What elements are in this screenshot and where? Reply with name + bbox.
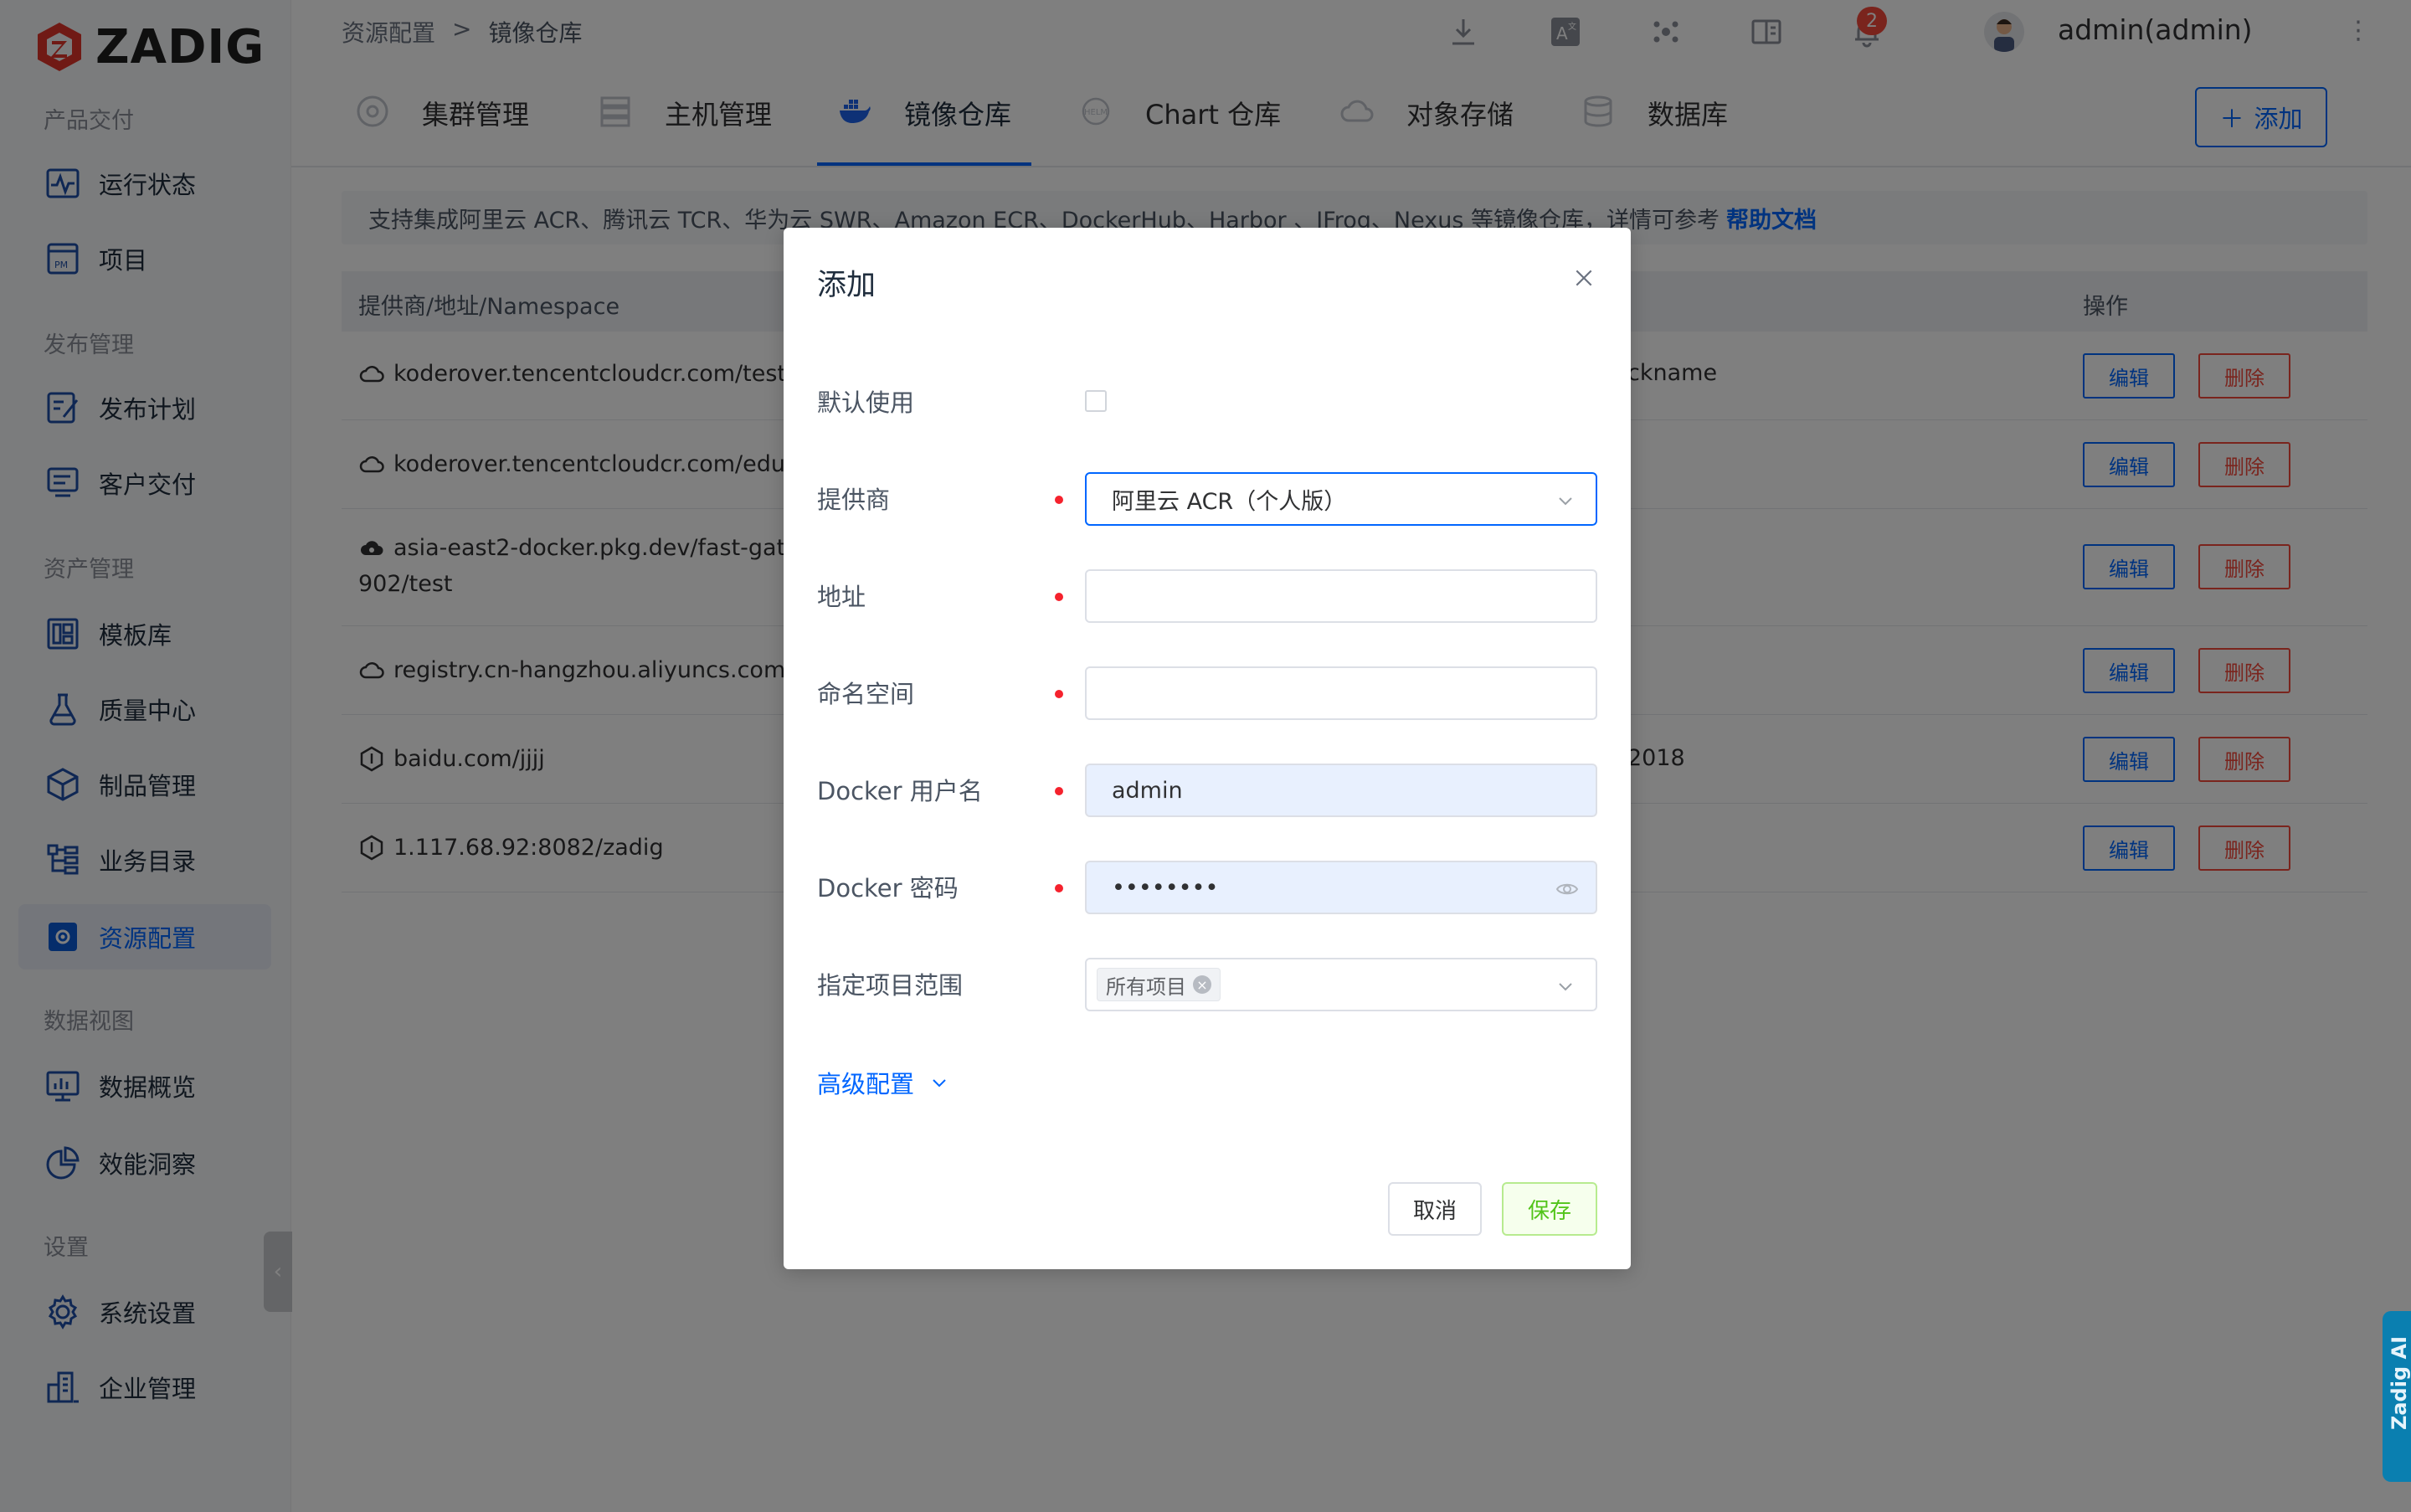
docker-username-value: admin [1112,777,1183,804]
close-icon[interactable] [1567,261,1601,295]
namespace-input[interactable] [1085,666,1597,720]
cancel-button[interactable]: 取消 [1388,1182,1482,1236]
docker-username-input[interactable]: admin [1085,764,1597,817]
address-label: 地址 [817,583,866,611]
required-marker [1055,787,1063,795]
eye-icon[interactable] [1555,877,1579,901]
docker-password-input[interactable]: •••••••• [1085,861,1597,914]
add-registry-dialog: 添加 默认使用 提供商 阿里云 ACR（个人版） 地址 命名空间 Docker … [784,228,1631,1269]
address-input[interactable] [1085,569,1597,623]
default-use-checkbox[interactable] [1085,390,1107,412]
zadig-ai-tab[interactable]: Zadig AI [2383,1311,2411,1482]
default-use-label: 默认使用 [817,388,915,417]
tag-remove-icon[interactable]: × [1193,975,1211,994]
save-button[interactable]: 保存 [1502,1182,1597,1236]
project-scope-label: 指定项目范围 [817,971,964,1000]
chevron-down-icon [933,1079,946,1088]
required-marker [1055,884,1063,892]
required-marker [1055,593,1063,601]
docker-username-label: Docker 用户名 [817,777,983,805]
project-scope-tag: 所有项目 × [1097,968,1221,1001]
project-scope-select[interactable]: 所有项目 × [1085,958,1597,1011]
provider-label: 提供商 [817,486,891,514]
dialog-title: 添加 [817,269,876,302]
required-marker [1055,496,1063,504]
provider-select[interactable]: 阿里云 ACR（个人版） [1085,472,1597,526]
namespace-label: 命名空间 [817,680,915,708]
docker-password-label: Docker 密码 [817,874,959,903]
docker-password-value: •••••••• [1112,874,1219,901]
chevron-down-icon [1559,983,1572,991]
provider-selected-value: 阿里云 ACR（个人版） [1112,488,1347,515]
chevron-down-icon [1559,497,1572,506]
required-marker [1055,690,1063,698]
advanced-config-toggle[interactable]: 高级配置 [817,1065,949,1100]
